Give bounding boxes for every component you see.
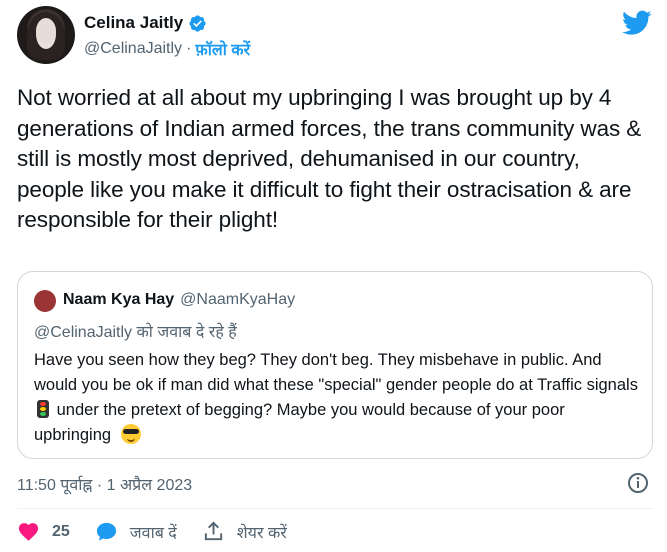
like-button[interactable]: 25 [17, 520, 70, 543]
reply-bubble-icon [96, 522, 116, 541]
tweet-text: Not worried at all about my upbringing I… [17, 85, 642, 232]
quoted-author-name: Naam Kya Hay [63, 291, 175, 308]
quoted-reply-context: @CelinaJaitly को जवाब दे रहे हैं [34, 324, 237, 341]
follow-button[interactable]: फ़ॉलो करें [195, 38, 250, 60]
info-icon[interactable] [626, 471, 650, 495]
author-avatar[interactable] [17, 6, 75, 64]
action-bar: 25 जवाब दें शेयर करें [17, 520, 312, 543]
share-label: शेयर करें [236, 524, 287, 542]
quoted-text-part2: under the pretext of begging? Maybe you … [34, 401, 565, 444]
reply-button[interactable]: जवाब दें [95, 520, 177, 543]
divider [17, 508, 653, 509]
quoted-text-part1: Have you seen how they beg? They don't b… [34, 351, 638, 394]
traffic-light-icon [37, 400, 49, 418]
like-count: 25 [52, 522, 70, 540]
reply-label: जवाब दें [129, 524, 177, 542]
heart-icon [18, 523, 39, 541]
sunglasses-face-icon [120, 424, 141, 444]
quoted-author-row: Naam Kya Hay @NaamKyaHay [63, 291, 295, 309]
share-button[interactable]: शेयर करें [202, 520, 287, 543]
tweet-timestamp[interactable]: 11:50 पूर्वाह्न · 1 अप्रैल 2023 [17, 473, 192, 495]
author-name-row: Celina Jaitly [84, 13, 207, 33]
author-handle-row: @CelinaJaitly · फ़ॉलो करें [84, 38, 250, 60]
author-display-name[interactable]: Celina Jaitly [84, 13, 183, 33]
verified-badge-icon [189, 14, 206, 32]
quoted-tweet-text: Have you seen how they beg? They don't b… [34, 348, 644, 448]
quoted-author-handle: @NaamKyaHay [180, 291, 296, 308]
quoted-tweet[interactable]: Naam Kya Hay @NaamKyaHay @CelinaJaitly क… [17, 271, 653, 459]
quoted-author-avatar [34, 290, 56, 312]
author-handle[interactable]: @CelinaJaitly [84, 40, 182, 58]
twitter-bird-icon[interactable] [622, 10, 652, 36]
share-upload-icon [204, 521, 222, 541]
separator-dot: · [186, 40, 192, 57]
tweet-card: Celina Jaitly @CelinaJaitly · फ़ॉलो करें… [0, 0, 667, 552]
